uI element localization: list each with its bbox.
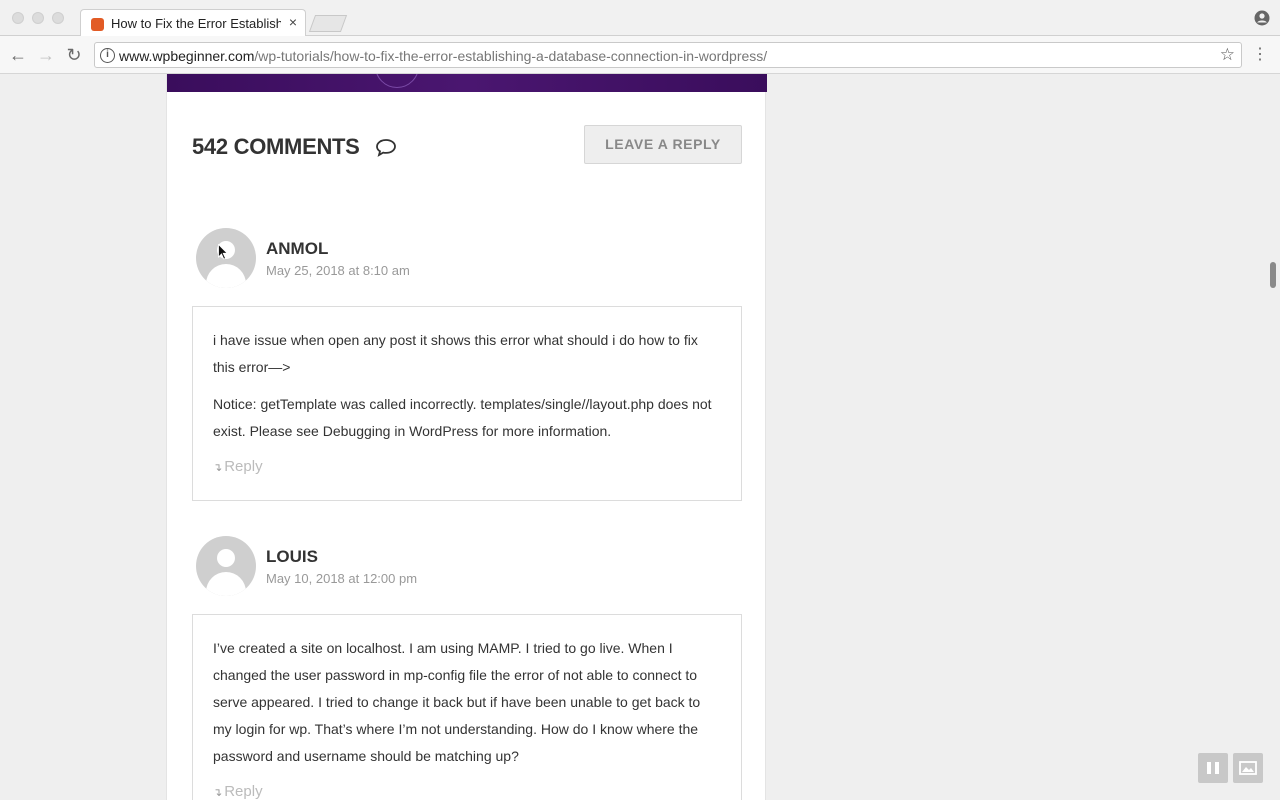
url-host: www.wpbeginner.com [119,48,255,64]
comment-date[interactable]: May 10, 2018 at 12:00 pm [266,571,417,586]
window-zoom-button[interactable] [52,12,64,24]
reply-link[interactable]: ↴ Reply [213,783,263,800]
article-column: 542 COMMENTS LEAVE A REPLY ANMOL May 25,… [166,74,767,800]
window-close-button[interactable] [12,12,24,24]
new-tab-button[interactable] [308,15,348,32]
tab-close-icon[interactable]: × [289,14,297,30]
pause-icon [1207,762,1219,774]
comment-author: ANMOL [266,239,329,258]
reply-arrow-icon: ↴ [213,462,223,474]
site-info-icon[interactable]: i [100,48,115,63]
bookmark-star-icon[interactable]: ☆ [1220,45,1235,65]
forward-arrow-icon[interactable]: → [36,45,56,65]
browser-tab[interactable]: How to Fix the Error Establishi × [80,9,306,37]
comment-body: I’ve created a site on localhost. I am u… [192,614,742,800]
picture-in-picture-button[interactable] [1233,753,1263,783]
comment-author: LOUIS [266,547,318,566]
banner-decoration [375,74,419,88]
reply-arrow-icon: ↴ [213,787,223,799]
leave-a-reply-button[interactable]: LEAVE A REPLY [584,125,742,164]
browser-titlebar: How to Fix the Error Establishi × [0,0,1280,37]
address-url[interactable]: www.wpbeginner.com/wp-tutorials/how-to-f… [119,48,767,64]
window-minimize-button[interactable] [32,12,44,24]
pause-button[interactable] [1198,753,1228,783]
reply-label: Reply [224,458,263,475]
comment-paragraph: i have issue when open any post it shows… [213,332,698,375]
mouse-cursor-icon [218,244,228,260]
browser-toolbar: ← → ↻ i www.wpbeginner.com/wp-tutorials/… [0,36,1280,74]
profile-icon[interactable] [1254,10,1270,26]
reply-label: Reply [224,783,263,800]
back-arrow-icon[interactable]: ← [8,45,28,65]
page-viewport: 542 COMMENTS LEAVE A REPLY ANMOL May 25,… [0,74,1280,800]
reply-link-row: ↴ Reply [193,783,741,800]
comments-count-heading: 542 COMMENTS [192,134,360,159]
picture-icon [1239,761,1257,775]
comment-body: i have issue when open any post it shows… [192,306,742,501]
comment-paragraph: I’ve created a site on localhost. I am u… [213,640,701,764]
tab-title: How to Fix the Error Establishi [111,16,281,31]
avatar [196,536,256,596]
page-scrollbar-thumb[interactable] [1270,262,1276,288]
comment-date[interactable]: May 25, 2018 at 8:10 am [266,263,410,278]
article-banner-image [167,74,767,92]
comment-paragraph: Notice: getTemplate was called incorrect… [213,396,712,439]
url-path: /wp-tutorials/how-to-fix-the-error-estab… [254,48,768,64]
reload-icon[interactable]: ↻ [64,45,84,65]
comment-bubble-icon [376,139,396,157]
address-bar[interactable]: i www.wpbeginner.com/wp-tutorials/how-to… [94,42,1242,68]
wpbeginner-favicon-icon [91,18,104,31]
browser-menu-icon[interactable]: ⋮ [1252,45,1268,65]
reply-link[interactable]: ↴ Reply [213,458,263,475]
reply-link-row: ↴ Reply [193,458,741,476]
